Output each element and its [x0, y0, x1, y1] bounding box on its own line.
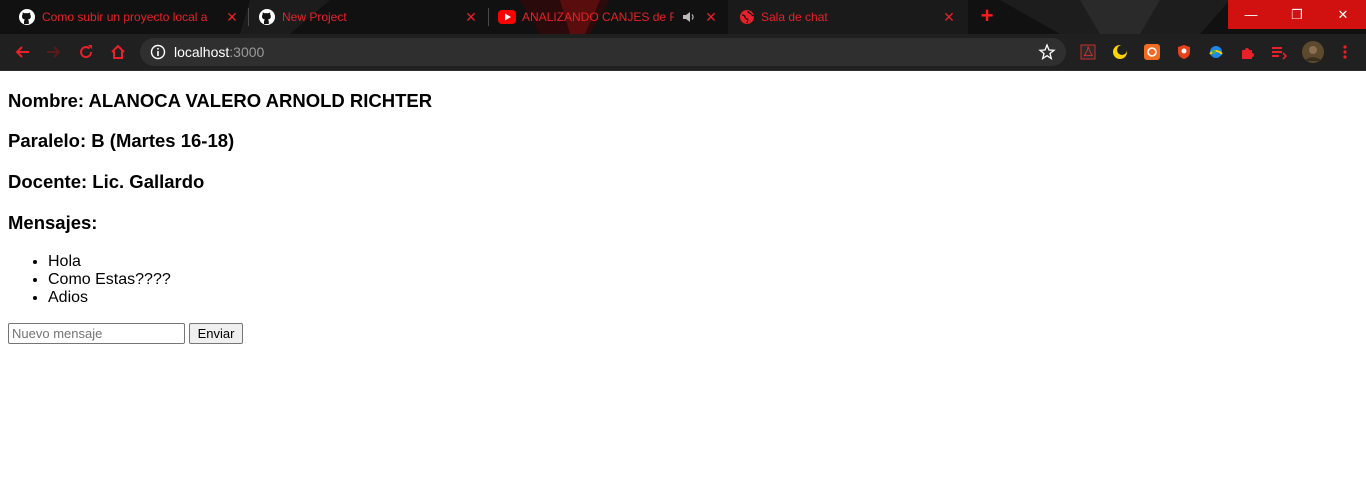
page-content: Nombre: ALANOCA VALERO ARNOLD RICHTER Pa…	[0, 71, 1366, 479]
reload-icon[interactable]	[74, 40, 98, 64]
info-icon[interactable]	[150, 44, 166, 60]
url-host: localhost	[174, 44, 230, 60]
paralelo-heading: Paralelo: B (Martes 16-18)	[8, 130, 235, 151]
messages-list: Hola Como Estas???? Adios	[48, 253, 171, 307]
tab-title: New Project	[282, 10, 347, 24]
tab-sala-de-chat[interactable]: Sala de chat ✕	[728, 0, 968, 34]
tab-youtube[interactable]: ANALIZANDO CANJES de FALCAO ✕	[488, 0, 728, 34]
browser-toolbar: localhost:3000	[0, 34, 1366, 71]
home-icon[interactable]	[106, 40, 130, 64]
list-item: Hola	[48, 253, 171, 271]
list-item: Como Estas????	[48, 271, 171, 289]
student-name-heading: Nombre: ALANOCA VALERO ARNOLD RICHTER	[8, 90, 433, 111]
github-icon	[18, 8, 36, 26]
tab-github-1[interactable]: Como subir un proyecto local a github ✕	[8, 0, 248, 34]
bookmark-star-icon[interactable]	[1038, 43, 1056, 61]
tab-strip: Como subir un proyecto local a github ✕ …	[0, 0, 1366, 34]
restore-button[interactable]: ❐	[1274, 0, 1320, 29]
reading-list-icon[interactable]	[1270, 43, 1288, 61]
tab-close-icon[interactable]: ✕	[941, 9, 957, 25]
github-icon	[258, 8, 276, 26]
shield-extension-icon[interactable]	[1175, 43, 1193, 61]
tab-title: Sala de chat	[761, 10, 828, 24]
browser-chrome: Como subir un proyecto local a github ✕ …	[0, 0, 1366, 71]
tab-close-icon[interactable]: ✕	[463, 9, 479, 25]
translate-extension-icon[interactable]	[1207, 43, 1225, 61]
url-text: localhost:3000	[174, 44, 264, 60]
back-icon[interactable]	[10, 40, 34, 64]
tab-title: Como subir un proyecto local a github	[42, 10, 210, 24]
tab-title: ANALIZANDO CANJES de FALCAO	[522, 10, 674, 24]
url-port: :3000	[229, 44, 265, 60]
forward-icon[interactable]	[42, 40, 66, 64]
speaker-icon[interactable]	[680, 8, 698, 26]
address-bar[interactable]: localhost:3000	[140, 38, 1066, 66]
new-tab-button[interactable]: +	[975, 5, 999, 29]
extensions-puzzle-icon[interactable]	[1239, 43, 1257, 61]
minimize-button[interactable]: —	[1228, 0, 1274, 29]
close-window-button[interactable]: ✕	[1320, 0, 1366, 29]
tab-github-2[interactable]: New Project ✕	[248, 0, 488, 34]
moon-extension-icon[interactable]	[1111, 43, 1129, 61]
youtube-icon	[498, 8, 516, 26]
tab-close-icon[interactable]: ✕	[703, 9, 719, 25]
pdf-extension-icon[interactable]	[1079, 43, 1097, 61]
new-message-input[interactable]	[8, 323, 185, 344]
globe-icon	[738, 8, 756, 26]
tab-close-icon[interactable]: ✕	[224, 9, 240, 25]
orange-extension-icon[interactable]	[1143, 43, 1161, 61]
avatar[interactable]	[1302, 41, 1324, 63]
docente-heading: Docente: Lic. Gallardo	[8, 171, 205, 192]
kebab-menu-icon[interactable]	[1336, 43, 1354, 61]
list-item: Adios	[48, 289, 171, 307]
mensajes-heading: Mensajes:	[8, 212, 98, 233]
send-button[interactable]: Enviar	[189, 323, 243, 344]
